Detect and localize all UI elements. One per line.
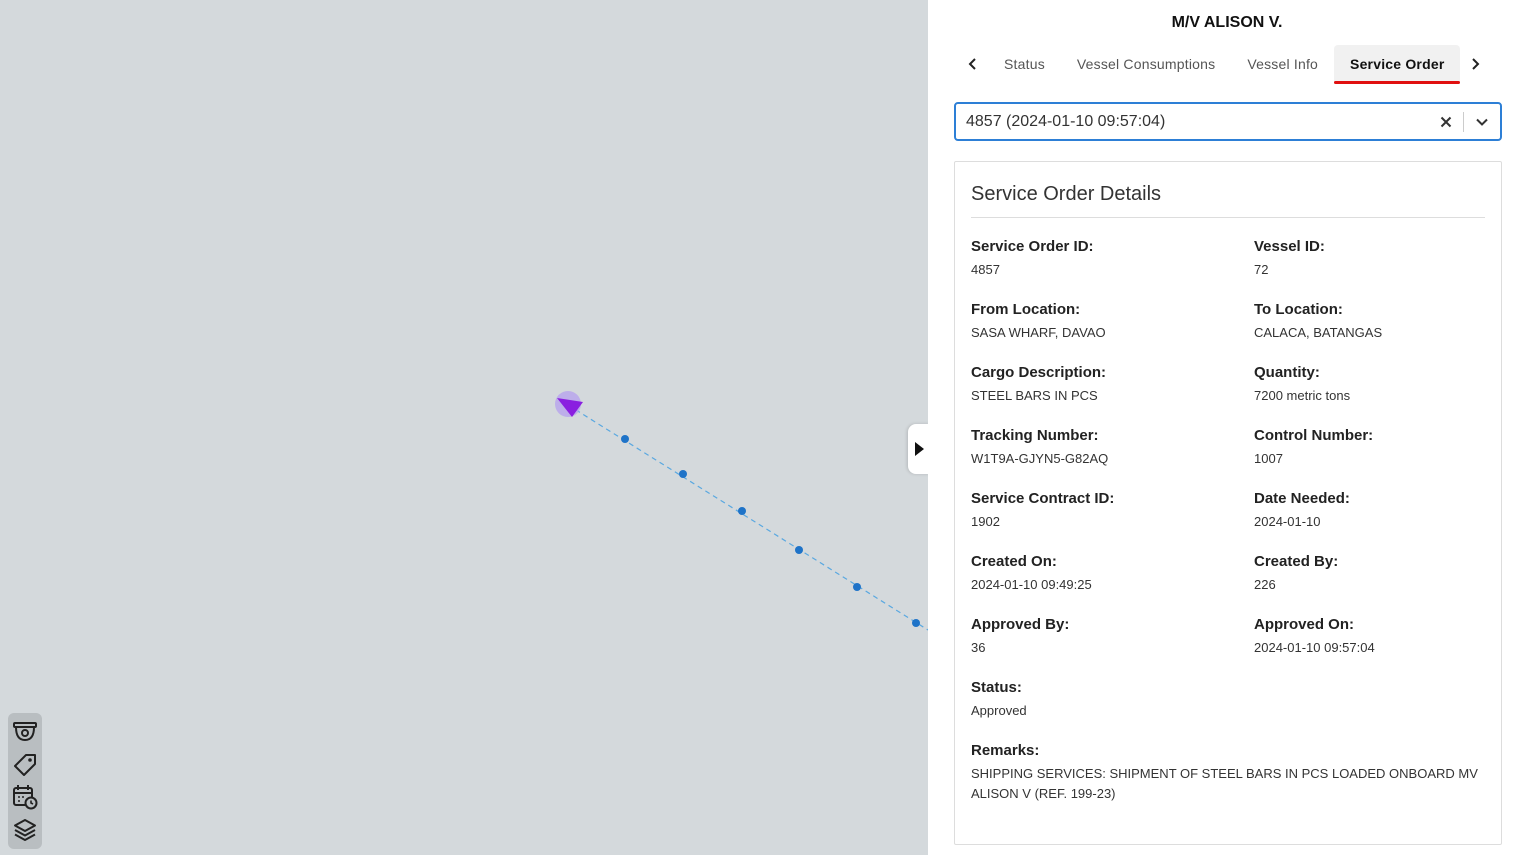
field-label: Date Needed:: [1254, 490, 1350, 507]
vessel-title: M/V ALISON V.: [1171, 14, 1283, 31]
track-point[interactable]: [795, 546, 803, 554]
field-value: 36: [971, 640, 986, 655]
cctv-icon: [13, 722, 37, 742]
field-label: Status:: [971, 679, 1022, 696]
card-title: Service Order Details: [971, 162, 1485, 218]
field-value: 2024-01-10 09:49:25: [971, 577, 1092, 592]
field-value: 72: [1254, 262, 1269, 277]
field-cargo-description: Cargo Description: STEEL BARS IN PCS: [971, 364, 1254, 427]
chevron-down-icon: [1476, 118, 1488, 126]
field-created-on: Created On: 2024-01-10 09:49:25: [971, 553, 1254, 616]
field-label: Created On:: [971, 553, 1057, 570]
field-date-needed: Date Needed: 2024-01-10: [1254, 490, 1485, 553]
vessel-side-panel: M/V ALISON V. Status Vessel Consumptions…: [928, 0, 1526, 855]
field-approved-on: Approved On: 2024-01-10 09:57:04: [1254, 616, 1485, 679]
field-label: Approved On:: [1254, 616, 1354, 633]
field-value: 1007: [1254, 451, 1283, 466]
field-value: 4857: [971, 262, 1000, 277]
chevron-left-icon: [968, 58, 976, 70]
track-point[interactable]: [621, 435, 629, 443]
tag-button[interactable]: [11, 751, 39, 779]
field-approved-by: Approved By: 36: [971, 616, 1254, 679]
tab-status[interactable]: Status: [988, 45, 1061, 83]
empty-cell: [1254, 679, 1485, 742]
close-icon: [1440, 116, 1452, 127]
field-value: STEEL BARS IN PCS: [971, 388, 1098, 403]
field-value: 1902: [971, 514, 1000, 529]
clear-selection-button[interactable]: [1429, 104, 1463, 139]
map-tools-toolbar: [8, 713, 42, 849]
field-label: Service Order ID:: [971, 238, 1094, 255]
field-label: To Location:: [1254, 301, 1343, 318]
chevron-right-icon: [1472, 58, 1480, 70]
field-label: Created By:: [1254, 553, 1339, 570]
field-label: Quantity:: [1254, 364, 1320, 381]
field-service-order-id: Service Order ID: 4857: [971, 238, 1254, 301]
field-value: 2024-01-10 09:57:04: [1254, 640, 1375, 655]
tab-service-order[interactable]: Service Order: [1334, 45, 1461, 84]
details-grid: Service Order ID: 4857 Vessel ID: 72 Fro…: [971, 238, 1485, 742]
field-value: 7200 metric tons: [1254, 388, 1351, 403]
layers-icon: [14, 818, 36, 841]
track-point[interactable]: [679, 470, 687, 478]
field-vessel-id: Vessel ID: 72: [1254, 238, 1485, 301]
field-label: Remarks:: [971, 742, 1040, 759]
field-label: Service Contract ID:: [971, 490, 1115, 507]
field-value: CALACA, BATANGAS: [1254, 325, 1383, 340]
tabs-scroll-right-button[interactable]: [1460, 46, 1490, 82]
field-value: SASA WHARF, DAVAO: [971, 325, 1106, 340]
field-control-number: Control Number: 1007: [1254, 427, 1485, 490]
service-order-details-card: Service Order Details Service Order ID: …: [954, 161, 1502, 845]
collapse-panel-button[interactable]: [908, 424, 928, 474]
vessel-track: [555, 391, 928, 631]
service-order-select-value: 4857 (2024-01-10 09:57:04): [966, 112, 1166, 130]
field-tracking-number: Tracking Number: W1T9A-GJYN5-G82AQ: [971, 427, 1254, 490]
tab-bar: Status Vessel Consumptions Vessel Info S…: [958, 44, 1498, 84]
schedule-button[interactable]: [11, 783, 39, 811]
tag-icon: [14, 753, 36, 776]
map-view[interactable]: [0, 0, 928, 855]
field-label: Approved By:: [971, 616, 1070, 633]
caret-right-icon: [915, 442, 924, 456]
field-remarks: Remarks: SHIPPING SERVICES: SHIPMENT OF …: [971, 742, 1485, 804]
remarks-value: SHIPPING SERVICES: SHIPMENT OF STEEL BAR…: [971, 766, 1478, 801]
field-status: Status: Approved: [971, 679, 1254, 742]
layers-button[interactable]: [11, 816, 39, 844]
field-service-contract-id: Service Contract ID: 1902: [971, 490, 1254, 553]
field-label: Cargo Description:: [971, 364, 1107, 381]
field-from-location: From Location: SASA WHARF, DAVAO: [971, 301, 1254, 364]
field-value: W1T9A-GJYN5-G82AQ: [971, 451, 1109, 466]
tab-vessel-info[interactable]: Vessel Info: [1231, 45, 1334, 83]
calendar-clock-icon: [13, 785, 38, 810]
field-value: 226: [1254, 577, 1276, 592]
tab-vessel-consumptions[interactable]: Vessel Consumptions: [1061, 45, 1231, 83]
track-point[interactable]: [738, 507, 746, 515]
open-dropdown-button[interactable]: [1464, 104, 1500, 139]
tabs-scroll-left-button[interactable]: [958, 46, 988, 82]
field-created-by: Created By: 226: [1254, 553, 1485, 616]
track-point[interactable]: [912, 619, 920, 627]
vessel-marker[interactable]: [555, 391, 583, 417]
cctv-button[interactable]: [11, 718, 39, 746]
track-point[interactable]: [853, 583, 861, 591]
field-to-location: To Location: CALACA, BATANGAS: [1254, 301, 1485, 364]
field-label: Tracking Number:: [971, 427, 1099, 444]
field-label: Vessel ID:: [1254, 238, 1325, 255]
service-order-select[interactable]: 4857 (2024-01-10 09:57:04): [954, 102, 1502, 141]
field-label: Control Number:: [1254, 427, 1374, 444]
field-quantity: Quantity: 7200 metric tons: [1254, 364, 1485, 427]
field-label: From Location:: [971, 301, 1081, 318]
field-value: 2024-01-10: [1254, 514, 1321, 529]
status-value: Approved: [971, 703, 1027, 718]
